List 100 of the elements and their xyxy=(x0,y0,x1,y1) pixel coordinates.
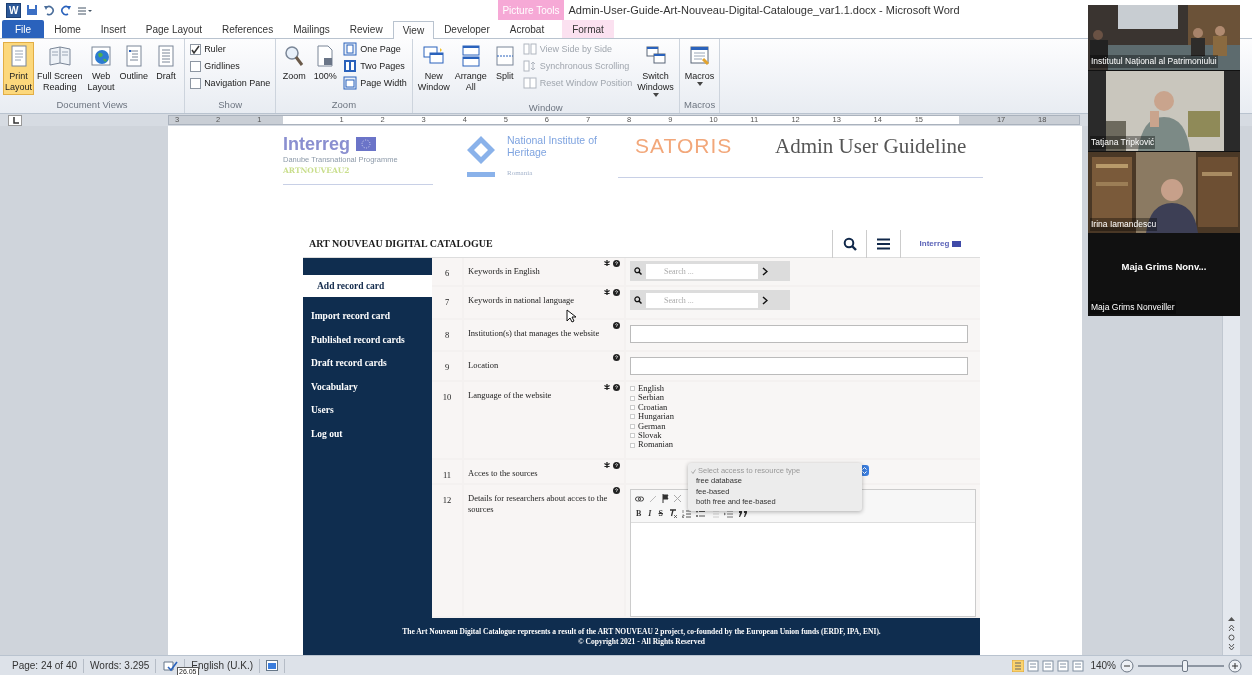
help-icon[interactable] xyxy=(613,260,620,267)
checkbox-label[interactable]: English xyxy=(638,384,664,394)
sidebar-item[interactable]: Draft record cards xyxy=(303,352,432,376)
ribbon-tab[interactable]: Insert xyxy=(90,20,136,38)
checkbox[interactable] xyxy=(190,60,202,72)
checkbox-label[interactable]: Gridlines xyxy=(204,59,240,73)
ribbon-button[interactable]: Split xyxy=(489,42,520,84)
checkbox-label[interactable]: Ruler xyxy=(204,42,226,56)
previous-page-icon[interactable] xyxy=(1228,624,1235,631)
checkbox[interactable] xyxy=(630,442,635,448)
flag-icon[interactable] xyxy=(662,494,669,503)
ribbon-button[interactable]: Full Screen Reading xyxy=(35,42,85,95)
help-icon[interactable] xyxy=(613,384,620,391)
scroll-up-icon[interactable] xyxy=(1228,616,1235,621)
indent-icon[interactable] xyxy=(723,509,733,518)
checkbox[interactable] xyxy=(630,405,635,410)
document-heading: Admin User Guideline xyxy=(775,134,967,158)
sidebar-item[interactable]: Vocabulary xyxy=(303,375,432,399)
sidebar-item[interactable]: Log out xyxy=(303,422,432,446)
blockquote-icon[interactable] xyxy=(737,510,748,517)
checkbox[interactable] xyxy=(630,395,635,401)
menu-icon[interactable] xyxy=(877,237,890,250)
checkbox-label[interactable]: Romanian xyxy=(638,440,673,450)
link-icon[interactable] xyxy=(635,495,644,502)
ribbon-tab[interactable]: Home xyxy=(44,20,91,38)
ribbon-button[interactable]: New Window xyxy=(415,42,452,95)
sidebar-item[interactable]: Import record card xyxy=(303,305,432,329)
sidebar-item[interactable]: Add record card xyxy=(303,275,432,297)
ribbon-tab[interactable]: View xyxy=(392,21,435,39)
help-icon[interactable] xyxy=(613,322,620,329)
search-icon[interactable] xyxy=(842,236,857,251)
word-count[interactable]: Words: 3.295 xyxy=(84,658,157,673)
macro-record-icon[interactable] xyxy=(266,660,279,672)
checkbox[interactable] xyxy=(630,414,635,420)
ribbon-tab[interactable]: References xyxy=(212,20,284,38)
checkbox-label[interactable]: German xyxy=(638,421,666,432)
zoom-out-icon[interactable] xyxy=(1120,658,1134,673)
ribbon-tab[interactable]: Acrobat xyxy=(499,20,555,38)
ribbon-tab[interactable]: Developer xyxy=(434,20,500,38)
browse-object-icon[interactable] xyxy=(1228,634,1235,641)
search-icon xyxy=(634,296,642,304)
checkbox-label[interactable]: Hungarian xyxy=(638,412,674,422)
ribbon-button[interactable]: Draft xyxy=(151,42,182,84)
ribbon-button[interactable]: Web Layout xyxy=(85,42,117,95)
search-field[interactable]: Search ... xyxy=(630,290,790,310)
checkbox[interactable] xyxy=(630,423,635,429)
file-tab[interactable]: File xyxy=(2,20,45,38)
help-icon[interactable] xyxy=(613,487,620,494)
ribbon-tab[interactable]: Mailings xyxy=(283,20,340,38)
numbered-list-icon[interactable] xyxy=(681,509,691,518)
field-label: Keywords in English xyxy=(468,266,540,277)
help-icon[interactable] xyxy=(613,462,620,469)
proofing-icon[interactable] xyxy=(162,659,179,672)
ribbon-button[interactable]: One Page xyxy=(343,42,407,56)
ribbon-button[interactable]: Two Pages xyxy=(343,59,407,73)
input-field[interactable] xyxy=(630,325,968,343)
save-icon[interactable] xyxy=(26,4,39,16)
ribbon-button[interactable]: Outline xyxy=(117,42,151,84)
checkbox-label[interactable]: Navigation Pane xyxy=(204,76,271,90)
checkbox-label[interactable]: Croatian xyxy=(638,402,668,413)
input-field[interactable] xyxy=(630,357,968,375)
zoom-in-icon[interactable] xyxy=(1228,658,1242,673)
ribbon-button[interactable]: 100% xyxy=(310,42,341,84)
ribbon-tab[interactable]: Review xyxy=(339,20,393,38)
page-count[interactable]: Page: 24 of 40 xyxy=(6,658,85,673)
help-icon[interactable] xyxy=(613,354,620,361)
ribbon-button[interactable]: Arrange All xyxy=(452,42,489,95)
vertical-scrollbar[interactable] xyxy=(1222,316,1240,655)
chevron-right-icon[interactable] xyxy=(762,295,768,305)
search-field[interactable]: Search ... xyxy=(630,261,790,281)
ribbon-button[interactable]: Switch Windows xyxy=(635,42,676,102)
checkbox-label[interactable]: Slovak xyxy=(638,431,662,441)
tab-selector-icon[interactable] xyxy=(8,114,22,126)
zoom-slider-thumb[interactable] xyxy=(1182,659,1188,672)
ribbon-tab[interactable]: Format xyxy=(562,20,614,38)
sidebar-item[interactable]: Published record cards xyxy=(303,328,432,352)
checkbox[interactable] xyxy=(630,433,635,439)
checkbox[interactable] xyxy=(190,77,202,89)
sidebar-item[interactable]: Users xyxy=(303,399,432,423)
bullet-list-icon[interactable] xyxy=(695,509,705,518)
chevron-right-icon[interactable] xyxy=(762,266,768,276)
checkbox[interactable] xyxy=(630,386,635,392)
next-page-icon[interactable] xyxy=(1228,644,1235,651)
ribbon-button[interactable]: Page Width xyxy=(343,76,407,90)
ribbon-button[interactable]: Zoom xyxy=(279,42,310,84)
ribbon-button[interactable]: Print Layout xyxy=(3,42,35,95)
checkbox[interactable] xyxy=(190,43,202,55)
undo-icon[interactable] xyxy=(43,4,56,16)
checkbox-label[interactable]: Serbian xyxy=(638,393,664,403)
field-label: Institution(s) that manages the website xyxy=(468,328,600,339)
format-button[interactable]: B xyxy=(635,508,643,519)
ribbon-button[interactable]: Macros xyxy=(682,42,717,91)
ribbon-tab[interactable]: Page Layout xyxy=(135,20,212,38)
format-button[interactable]: I xyxy=(647,508,653,519)
format-button[interactable]: S xyxy=(657,508,664,519)
redo-icon[interactable] xyxy=(60,4,73,16)
help-icon[interactable] xyxy=(613,289,620,296)
zoom-level[interactable]: 140% xyxy=(1090,658,1116,673)
clear-format-icon[interactable] xyxy=(668,509,677,518)
select-arrows-icon[interactable] xyxy=(860,465,869,476)
